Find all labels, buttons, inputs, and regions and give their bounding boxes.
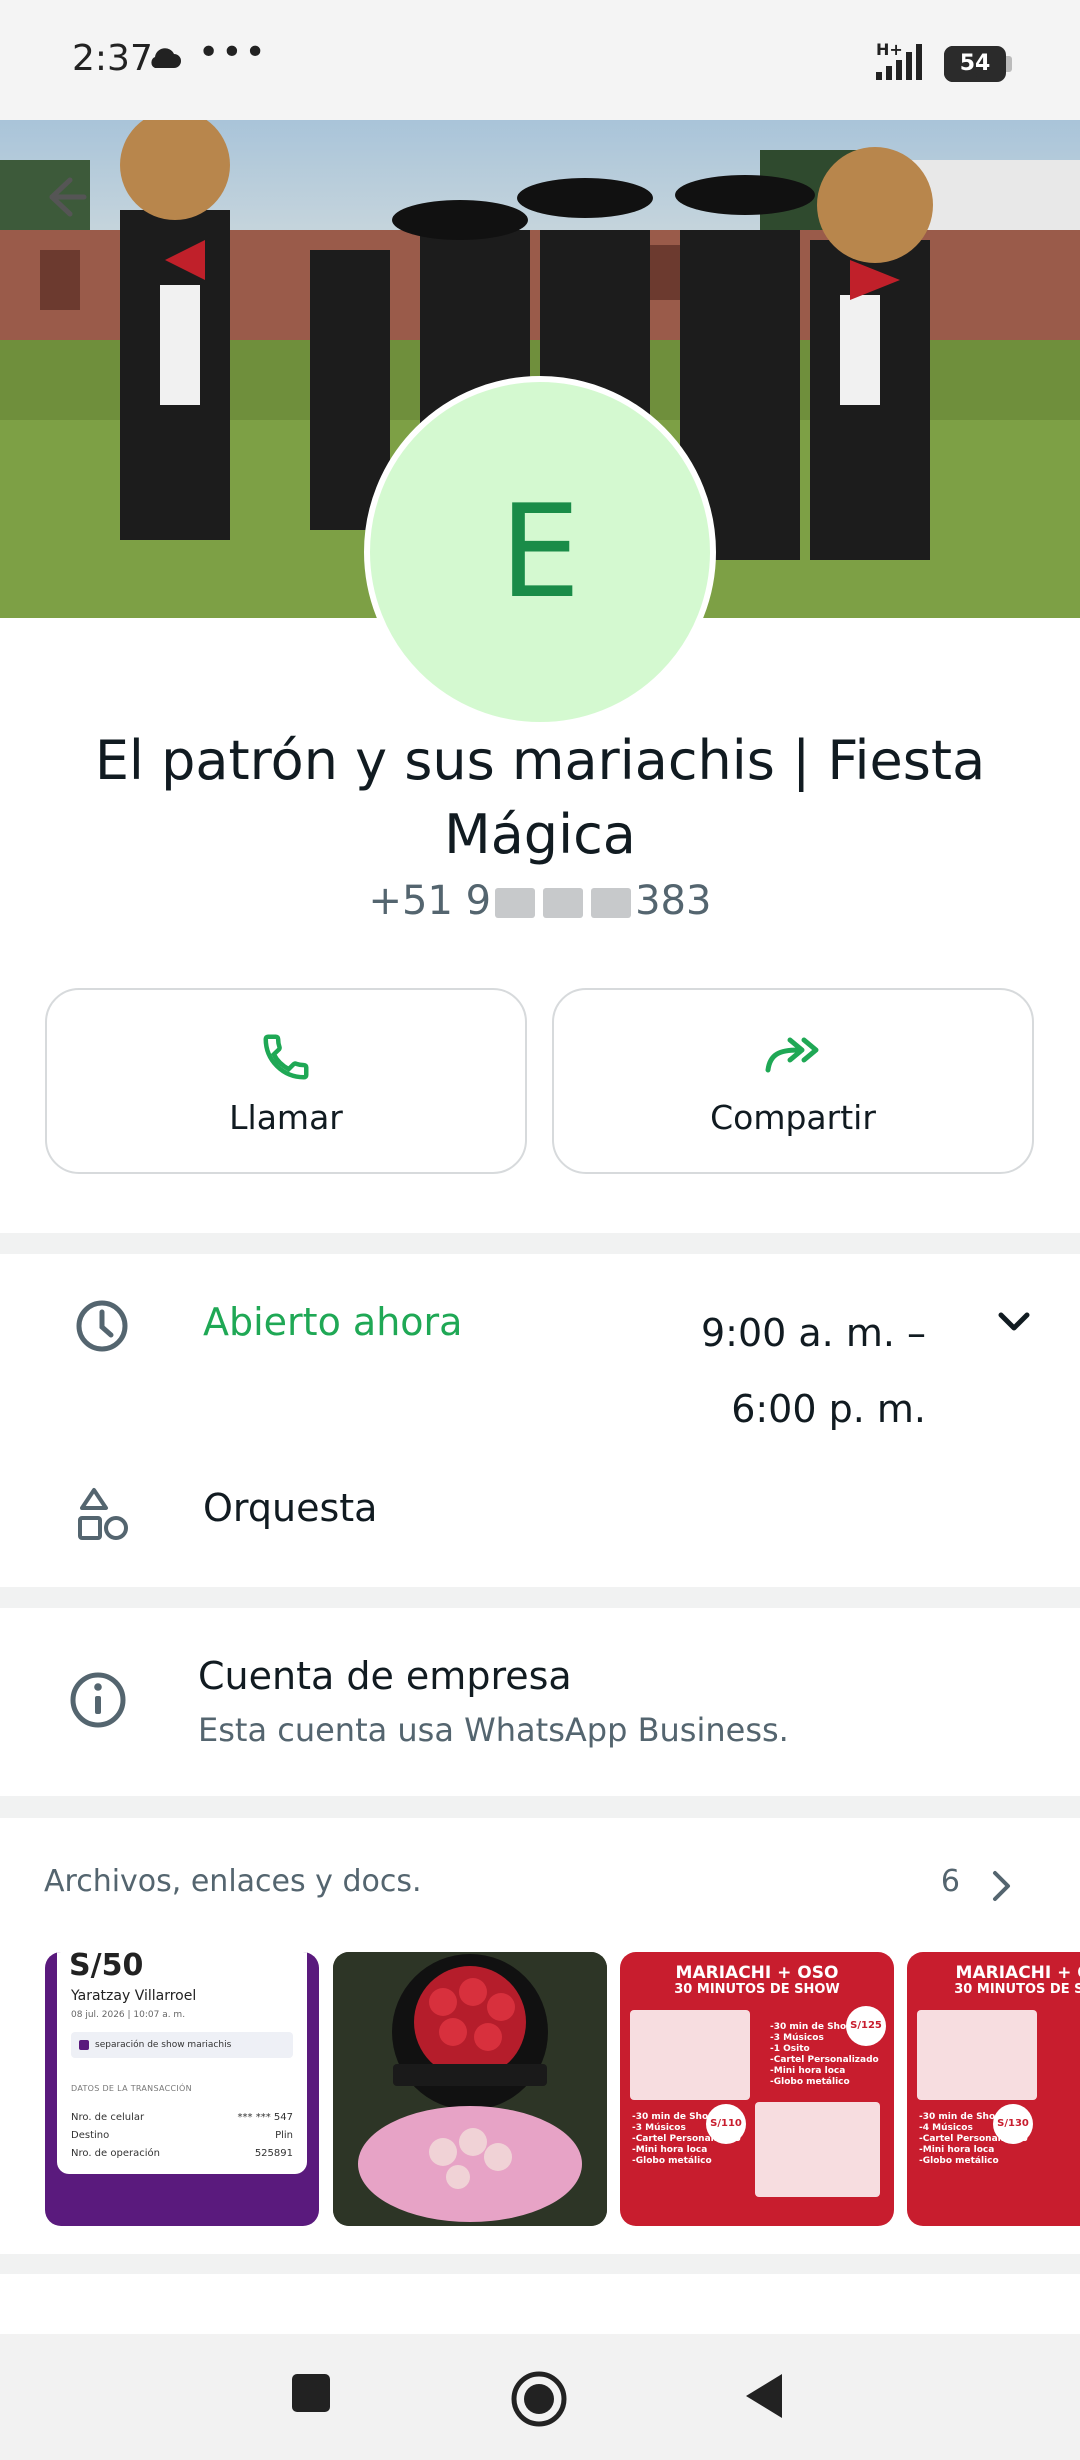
- business-account-card[interactable]: [0, 1608, 1080, 1796]
- battery-level: 54: [959, 51, 991, 76]
- contact-phone: +51 9 383: [0, 878, 1080, 924]
- shapes-icon: [74, 1486, 130, 1546]
- business-account-subtitle: Esta cuenta usa WhatsApp Business.: [198, 1711, 789, 1749]
- opening-hours: 9:00 a. m. – 6:00 p. m.: [700, 1311, 926, 1431]
- call-label: Llamar: [229, 1098, 343, 1137]
- share-label: Compartir: [710, 1098, 876, 1137]
- back-arrow-icon[interactable]: [40, 172, 90, 226]
- avatar-letter: E: [499, 477, 581, 627]
- more-notifications-icon: •••: [198, 32, 268, 73]
- business-account-title: Cuenta de empresa: [198, 1654, 572, 1698]
- receipt-row: Nro. de operación 525891: [71, 2148, 293, 2159]
- avatar[interactable]: E: [364, 376, 716, 728]
- promo-photo: [630, 2010, 750, 2100]
- phone-icon: [263, 1034, 309, 1080]
- phone-prefix: +51 9: [368, 878, 492, 924]
- receipt-row: Nro. de celular *** *** 547: [71, 2112, 293, 2123]
- receipt-amount: S/50: [69, 1952, 144, 1983]
- status-bar: 2:37 ••• H+ 54: [0, 0, 1080, 120]
- cloud-icon: [146, 46, 182, 74]
- call-button[interactable]: Llamar: [45, 988, 527, 1174]
- status-time: 2:37: [72, 38, 153, 79]
- promo-subtitle: 30 MINUTOS DE SHOW: [954, 1982, 1080, 1997]
- promo-price-badge: S/110: [706, 2104, 746, 2144]
- promo-subtitle: 30 MINUTOS DE SHOW: [674, 1982, 840, 1997]
- back-triangle-icon[interactable]: [744, 2372, 784, 2424]
- section-divider: [0, 2254, 1080, 2274]
- promo-title: MARIACHI + OSO: [675, 1963, 839, 1983]
- phone-redaction: [495, 888, 536, 918]
- receipt-name: Yaratzay Villarroel: [71, 1988, 197, 2004]
- media-thumbnail-flowers[interactable]: [333, 1952, 607, 2226]
- battery-tip: [1006, 56, 1012, 72]
- receipt-row: Destino Plin: [71, 2130, 293, 2141]
- receipt-section-title: DATOS DE LA TRANSACCIÓN: [71, 2084, 192, 2093]
- clock-icon: [74, 1298, 130, 1358]
- receipt-image: S/50 Yaratzay Villarroel 08 jul. 2026 | …: [57, 1952, 307, 2174]
- share-arrows-icon: [765, 1037, 819, 1073]
- recent-apps-icon[interactable]: [292, 2374, 330, 2416]
- phone-suffix: 383: [635, 878, 712, 924]
- media-thumbnail-promo[interactable]: MARIACHI + OSO 30 MINUTOS DE SHOW -30 mi…: [620, 1952, 894, 2226]
- promo-photo: [755, 2102, 880, 2197]
- promo-price-badge: S/130: [993, 2104, 1033, 2144]
- receipt-tag-icon: [79, 2040, 89, 2050]
- info-icon: [68, 1670, 128, 1734]
- media-thumbnail-receipt[interactable]: S/50 Yaratzay Villarroel 08 jul. 2026 | …: [45, 1952, 319, 2226]
- phone-redaction: [591, 888, 632, 918]
- media-thumbnail-promo[interactable]: MARIACHI + OSO 30 MINUTOS DE SHOW -30 mi…: [907, 1952, 1080, 2226]
- promo-photo: [917, 2010, 1037, 2100]
- chevron-right-icon[interactable]: [990, 1868, 1014, 1908]
- promo-price-badge: S/125: [846, 2006, 886, 2046]
- business-category: Orquesta: [203, 1486, 378, 1530]
- signal-icon: [876, 44, 932, 84]
- chevron-down-icon[interactable]: [996, 1308, 1032, 1340]
- media-section-title[interactable]: Archivos, enlaces y docs.: [44, 1864, 422, 1899]
- next-section-peek: [0, 2274, 1080, 2334]
- promo-title: MARIACHI + OSO: [955, 1963, 1080, 1983]
- contact-name: El patrón y sus mariachis | Fiesta Mágic…: [94, 729, 986, 866]
- home-icon[interactable]: [510, 2370, 568, 2432]
- open-status: Abierto ahora: [203, 1300, 463, 1344]
- media-count[interactable]: 6: [920, 1864, 960, 1899]
- receipt-date: 08 jul. 2026 | 10:07 a. m.: [71, 2010, 186, 2020]
- phone-redaction: [543, 888, 584, 918]
- flowers-image: [333, 1952, 607, 2226]
- share-button[interactable]: Compartir: [552, 988, 1034, 1174]
- receipt-tag: separación de show mariachis: [71, 2032, 293, 2058]
